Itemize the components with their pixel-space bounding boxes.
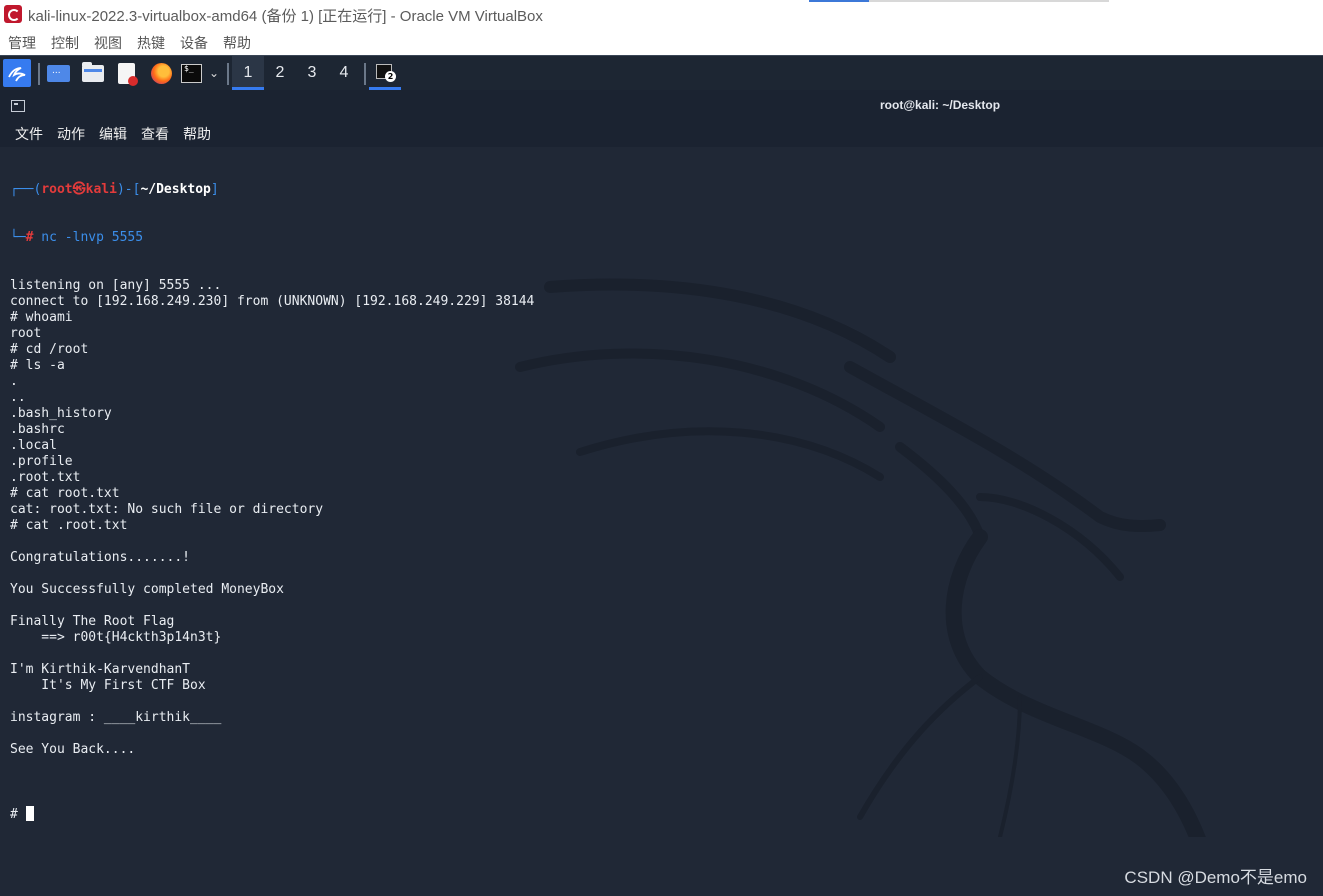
- vbox-menu-bar: 管理 控制 视图 热键 设备 帮助: [0, 30, 1323, 55]
- output-line: ==> r00t{H4ckth3p14n3t}: [10, 630, 222, 645]
- vbox-menu-help[interactable]: 帮助: [223, 33, 251, 53]
- output-line: # ls -a: [10, 358, 65, 373]
- output-line: ..: [10, 390, 26, 405]
- workspace-2[interactable]: 2: [264, 56, 296, 90]
- text-cursor: [25, 806, 34, 821]
- prompt-frame: └─: [10, 230, 26, 245]
- output-line: root: [10, 326, 42, 341]
- workspace-1[interactable]: 1: [232, 56, 264, 90]
- workspace-4[interactable]: 4: [328, 56, 360, 90]
- output-line: .: [10, 374, 18, 389]
- output-line: .root.txt: [10, 470, 81, 485]
- virtualbox-logo-icon: [4, 5, 22, 23]
- terminal-title: root@kali: ~/Desktop: [880, 98, 1001, 112]
- output-line: Congratulations.......!: [10, 550, 191, 565]
- workspace-3[interactable]: 3: [296, 56, 328, 90]
- terminal-icon[interactable]: $_: [181, 64, 202, 83]
- output-line: .profile: [10, 454, 73, 469]
- output-line: cat: root.txt: No such file or directory: [10, 502, 324, 517]
- firefox-icon[interactable]: [151, 63, 172, 84]
- output-line: # cat root.txt: [10, 486, 120, 501]
- output-line: Finally The Root Flag: [10, 614, 175, 629]
- output-line: .local: [10, 438, 57, 453]
- terminal-menu-bar: 文件 动作 编辑 查看 帮助: [0, 121, 1323, 147]
- window-count-badge: 2: [385, 71, 396, 82]
- vbox-menu-control[interactable]: 控制: [51, 33, 79, 53]
- panel-separator: [364, 63, 366, 85]
- output-line: # whoami: [10, 310, 73, 325]
- output-line: # cd /root: [10, 342, 89, 357]
- prompt-line-bottom: └─# nc -lnvp 5555: [10, 230, 534, 246]
- window-title: kali-linux-2022.3-virtualbox-amd64 (备份 1…: [28, 8, 543, 25]
- file-manager-icon[interactable]: [82, 62, 104, 82]
- taskbar-terminal-button[interactable]: 2: [369, 56, 401, 90]
- kali-dragon-wallpaper: [515, 278, 1206, 837]
- terminal-menu-actions[interactable]: 动作: [57, 124, 85, 144]
- output-line: .bashrc: [10, 422, 65, 437]
- kali-top-panel: $_ ⌄ 1 2 3 4 2: [0, 55, 1323, 90]
- terminal-titlebar: root@kali: ~/Desktop: [0, 90, 1323, 121]
- terminal-menu-view[interactable]: 查看: [141, 124, 169, 144]
- kali-menu-icon[interactable]: [3, 59, 31, 87]
- panel-separator: [38, 63, 40, 85]
- prompt-host: kali: [85, 182, 117, 197]
- title-accent-line: [809, 0, 869, 2]
- show-desktop-icon[interactable]: [47, 65, 70, 82]
- prompt-frame: ┌──(: [10, 182, 42, 197]
- output-line: listening on [any] 5555 ...: [10, 278, 222, 293]
- prompt-user: root: [41, 182, 73, 197]
- terminal-window-menu-icon[interactable]: [11, 100, 25, 112]
- output-line: instagram : ____kirthik____: [10, 710, 222, 725]
- terminal-menu-help[interactable]: 帮助: [183, 124, 211, 144]
- prompt-frame: ]: [210, 182, 219, 197]
- output-line: # cat .root.txt: [10, 518, 128, 533]
- vbox-menu-view[interactable]: 视图: [94, 33, 122, 53]
- output-line: See You Back....: [10, 742, 136, 757]
- prompt-line-top: ┌──(root㉿kali)-[~/Desktop]: [10, 182, 534, 198]
- chevron-down-icon[interactable]: ⌄: [207, 66, 221, 80]
- vbox-menu-manage[interactable]: 管理: [8, 33, 36, 53]
- final-prompt-line: #: [10, 806, 534, 822]
- prompt-at: ㉿: [72, 182, 86, 197]
- prompt-command: nc -lnvp 5555: [33, 230, 144, 245]
- terminal-menu-edit[interactable]: 编辑: [99, 124, 127, 144]
- text-editor-icon[interactable]: [118, 63, 138, 86]
- vbox-title-bar: kali-linux-2022.3-virtualbox-amd64 (备份 1…: [0, 0, 1323, 30]
- terminal-menu-file[interactable]: 文件: [15, 124, 43, 144]
- title-divider-line: [869, 0, 1109, 2]
- csdn-watermark: CSDN @Demo不是emo: [1124, 868, 1307, 887]
- output-line: .bash_history: [10, 406, 112, 421]
- panel-separator: [227, 63, 229, 85]
- terminal-output-lines: listening on [any] 5555 ... connect to [1…: [10, 278, 534, 774]
- output-line: It's My First CTF Box: [10, 678, 206, 693]
- vbox-menu-devices[interactable]: 设备: [180, 33, 208, 53]
- prompt-path: ~/Desktop: [140, 182, 211, 197]
- terminal-text: ┌──(root㉿kali)-[~/Desktop] └─# nc -lnvp …: [10, 150, 534, 854]
- terminal-output-area[interactable]: ┌──(root㉿kali)-[~/Desktop] └─# nc -lnvp …: [0, 147, 1323, 896]
- output-line: connect to [192.168.249.230] from (UNKNO…: [10, 294, 535, 309]
- output-line: I'm Kirthik-KarvendhanT: [10, 662, 191, 677]
- prompt-frame: )-[: [116, 182, 141, 197]
- output-line: You Successfully completed MoneyBox: [10, 582, 284, 597]
- vbox-menu-hotkeys[interactable]: 热键: [137, 33, 165, 53]
- final-prompt: #: [10, 807, 26, 822]
